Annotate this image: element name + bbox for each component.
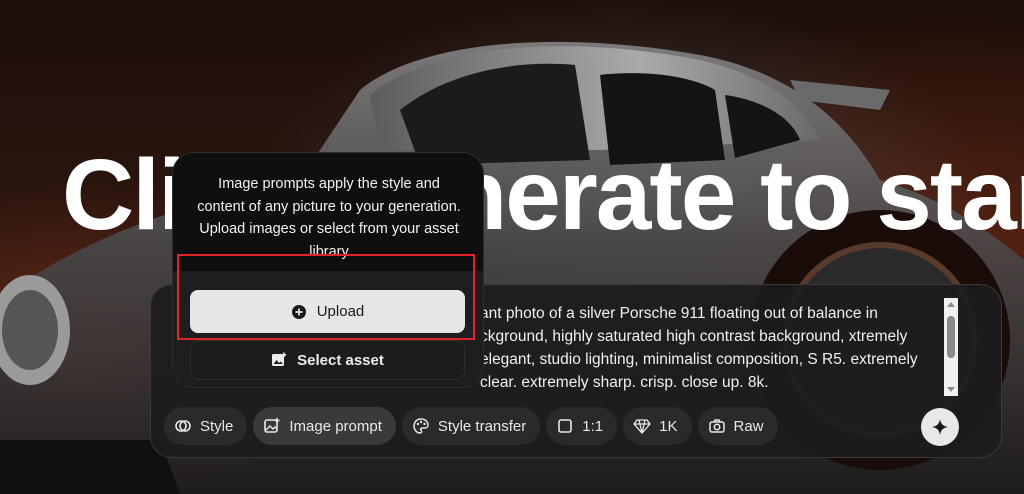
image-add-icon <box>272 352 287 366</box>
select-asset-button[interactable]: Select asset <box>190 340 465 380</box>
aspect-ratio-label: 1:1 <box>582 417 604 435</box>
resolution-label: 1K <box>659 417 678 435</box>
scroll-down-icon[interactable] <box>947 387 955 392</box>
camera-icon <box>708 419 725 433</box>
style-button[interactable]: Style <box>164 407 248 445</box>
sparkle-icon <box>932 419 948 435</box>
style-icon <box>175 420 191 432</box>
image-prompt-label: Image prompt <box>289 417 382 435</box>
raw-button[interactable]: Raw <box>697 407 778 445</box>
generate-button[interactable] <box>921 408 959 446</box>
palette-icon <box>413 418 429 434</box>
prompt-scrollbar[interactable] <box>944 298 958 396</box>
resolution-button[interactable]: 1K <box>623 407 692 445</box>
highlight-box <box>177 254 475 340</box>
style-transfer-label: Style transfer <box>437 417 527 435</box>
image-prompt-button[interactable]: Image prompt <box>253 407 396 445</box>
select-asset-label: Select asset <box>297 351 384 369</box>
scroll-up-icon[interactable] <box>947 302 955 307</box>
aspect-ratio-button[interactable]: 1:1 <box>546 407 618 445</box>
image-add-icon <box>264 418 280 433</box>
square-icon <box>558 419 573 433</box>
style-transfer-button[interactable]: Style transfer <box>401 407 541 445</box>
prompt-textarea[interactable]: ant photo of a silver Porsche 911 floati… <box>480 302 940 394</box>
prompt-toolbar: Style Image prompt Style transfer 1:1 1K… <box>164 407 778 445</box>
style-label: Style <box>200 417 234 435</box>
diamond-icon <box>633 419 651 434</box>
scroll-thumb[interactable] <box>947 316 955 358</box>
raw-label: Raw <box>733 417 764 435</box>
popover-description: Image prompts apply the style and conten… <box>197 176 461 260</box>
